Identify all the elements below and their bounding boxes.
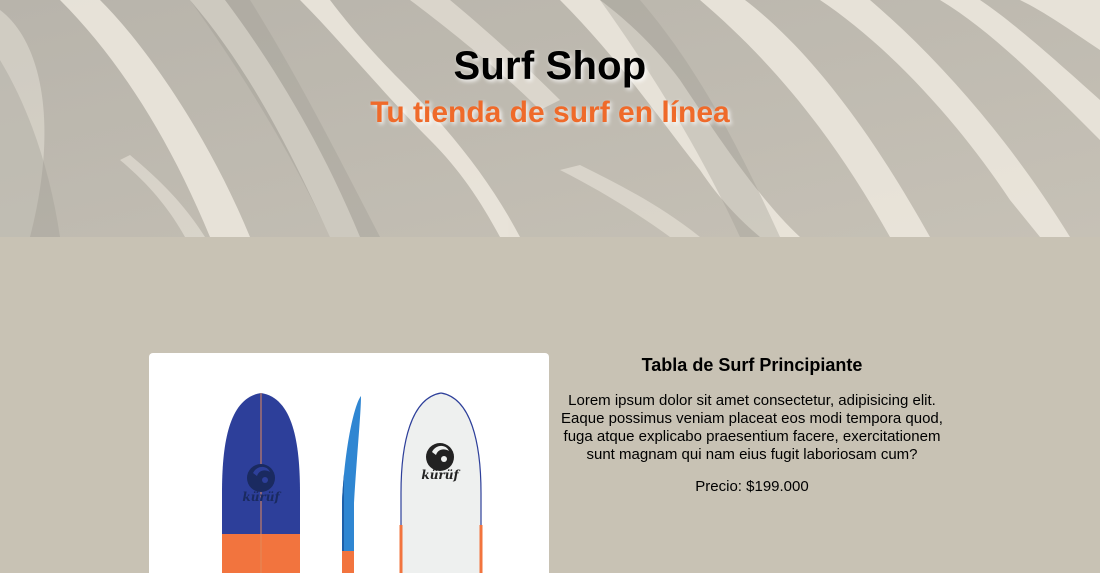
brand-logo-front-icon (426, 443, 454, 471)
product-price: Precio: $199.000 (695, 478, 809, 495)
product-section: kürüf kürüf Tabla de Surf Principiante L… (0, 237, 1100, 573)
surfboard-side (342, 396, 361, 573)
product-info: Tabla de Surf Principiante Lorem ipsum d… (560, 355, 944, 495)
hero-banner: Surf Shop Tu tienda de surf en línea (0, 0, 1100, 237)
site-title: Surf Shop (453, 44, 647, 88)
product-image: kürüf kürüf (149, 353, 549, 573)
surfboard-illustration: kürüf kürüf (222, 392, 483, 573)
brand-logo-front-text: kürüf (421, 468, 460, 482)
product-title: Tabla de Surf Principiante (641, 355, 863, 375)
brand-logo-icon (247, 464, 275, 492)
brand-logo-text: kürüf (242, 490, 281, 504)
product-description: Lorem ipsum dolor sit amet consectetur, … (561, 392, 943, 463)
site-subtitle: Tu tienda de surf en línea (370, 96, 730, 129)
